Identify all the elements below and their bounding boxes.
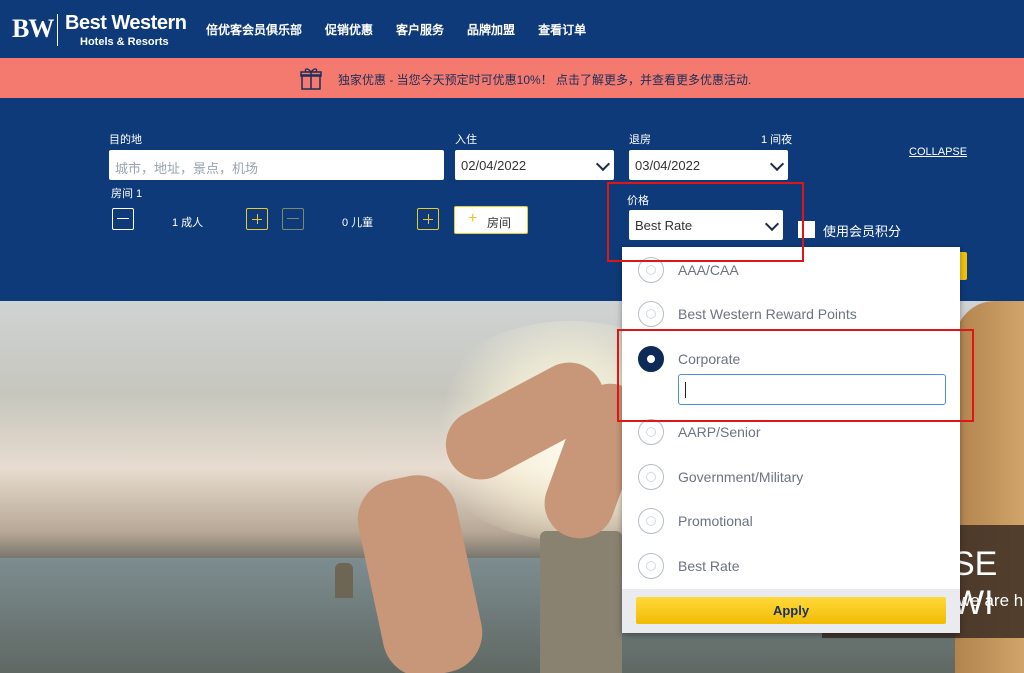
main-nav: 倍优客会员俱乐部 促销优惠 客户服务 品牌加盟 查看订单 xyxy=(206,21,586,38)
add-room-button[interactable]: + 房间 xyxy=(454,206,528,234)
hero-rock xyxy=(540,531,622,673)
destination-label: 目的地 xyxy=(109,134,142,146)
promo-banner[interactable]: 独家优惠 - 当您今天预定时可优惠10%！ 点击了解更多，并查看更多优惠活动. xyxy=(0,58,1024,98)
rate-option-reward-points[interactable]: Best Western Reward Points xyxy=(622,294,960,334)
rate-option-label: AARP/Senior xyxy=(678,424,761,440)
rate-option-label: Best Rate xyxy=(678,558,740,574)
radio-icon[interactable] xyxy=(638,508,664,534)
rate-option-label: AAA/CAA xyxy=(678,262,739,278)
rate-option-promotional[interactable]: Promotional xyxy=(622,501,960,541)
destination-placeholder: 城市，地址，景点，机场 xyxy=(115,161,259,176)
rate-option-label: Best Western Reward Points xyxy=(678,306,857,322)
radio-icon[interactable] xyxy=(638,464,664,490)
logo-subtitle: Hotels & Resorts xyxy=(80,36,169,48)
nav-item-rewards[interactable]: 倍优客会员俱乐部 xyxy=(206,21,302,38)
logo-divider xyxy=(57,14,58,46)
nav-item-customer-service[interactable]: 客户服务 xyxy=(396,21,444,38)
apply-button[interactable]: Apply xyxy=(636,597,946,624)
logo-mark[interactable]: BW xyxy=(12,14,54,44)
highlight-box-rate xyxy=(607,182,804,262)
checkout-select[interactable]: 03/04/2022 xyxy=(629,150,788,180)
rate-dropdown: AAA/CAA Best Western Reward Points Corpo… xyxy=(622,247,960,633)
room-label: 房间 1 xyxy=(111,188,143,200)
adults-plus-button[interactable] xyxy=(246,208,268,230)
gift-icon xyxy=(300,68,322,90)
nav-item-deals[interactable]: 促销优惠 xyxy=(325,21,373,38)
plus-icon: + xyxy=(468,210,478,227)
hero-subline: we are h xyxy=(958,591,1024,610)
adults-count: 1 成人 xyxy=(172,217,204,229)
site-header: BW Best Western Hotels & Resorts 倍优客会员俱乐… xyxy=(0,0,1024,58)
rate-option-label: Government/Military xyxy=(678,469,804,485)
chevron-down-icon xyxy=(595,156,611,172)
add-room-label: 房间 xyxy=(487,216,512,230)
children-plus-button[interactable] xyxy=(417,208,439,230)
highlight-box-corporate xyxy=(617,329,974,422)
chevron-down-icon xyxy=(769,156,785,172)
radio-icon[interactable] xyxy=(638,419,664,445)
checkout-label: 退房 xyxy=(629,134,651,146)
logo-brand[interactable]: Best Western xyxy=(65,12,187,35)
adults-minus-button[interactable] xyxy=(112,208,134,230)
checkin-value: 02/04/2022 xyxy=(461,158,527,173)
checkout-value: 03/04/2022 xyxy=(635,158,701,173)
radio-icon[interactable] xyxy=(638,301,664,327)
use-points-label: 使用会员积分 xyxy=(823,224,902,239)
children-minus-button[interactable] xyxy=(282,208,304,230)
radio-icon[interactable] xyxy=(638,553,664,579)
rate-option-label: Promotional xyxy=(678,513,753,529)
hero-headline: SE WI xyxy=(952,545,998,622)
nav-item-view-reservations[interactable]: 查看订单 xyxy=(538,21,586,38)
rate-option-government[interactable]: Government/Military xyxy=(622,457,960,497)
children-count: 0 儿童 xyxy=(342,217,374,229)
destination-input[interactable]: 城市，地址，景点，机场 xyxy=(109,150,444,180)
nav-item-franchise[interactable]: 品牌加盟 xyxy=(467,21,515,38)
nights-count: 1 间夜 xyxy=(761,134,793,146)
promo-text[interactable]: 独家优惠 - 当您今天预定时可优惠10%！ 点击了解更多，并查看更多优惠活动. xyxy=(338,71,751,88)
checkin-label: 入住 xyxy=(455,134,477,146)
checkin-select[interactable]: 02/04/2022 xyxy=(455,150,614,180)
collapse-link[interactable]: COLLAPSE xyxy=(909,146,967,158)
rate-option-best-rate[interactable]: Best Rate xyxy=(622,546,960,586)
hero-rock xyxy=(335,563,353,598)
